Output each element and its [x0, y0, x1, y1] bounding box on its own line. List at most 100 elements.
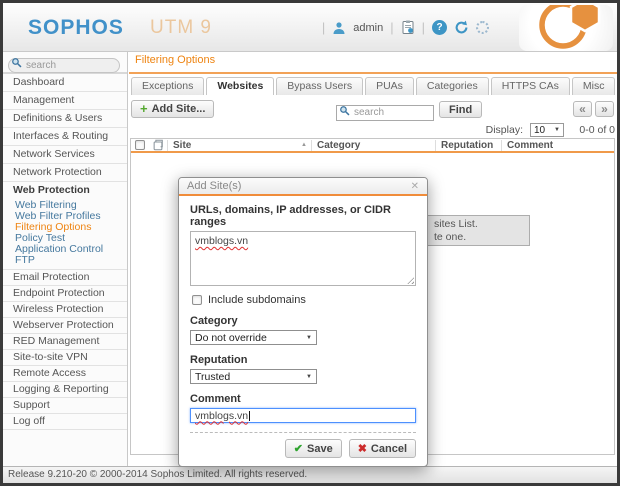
display-count-value: 10 — [534, 125, 545, 136]
category-label: Category — [190, 315, 416, 327]
search-icon — [11, 57, 22, 68]
divider: | — [422, 20, 425, 35]
find-button[interactable]: Find — [439, 101, 482, 118]
tab-https-cas[interactable]: HTTPS CAs — [491, 77, 570, 95]
dropdown-arrow-icon: ▼ — [306, 374, 312, 380]
next-page-button[interactable]: » — [595, 101, 614, 117]
urls-textarea[interactable]: vmblogs.vn — [190, 231, 416, 286]
category-value: Do not override — [195, 332, 267, 344]
reputation-value: Trusted — [195, 371, 230, 383]
check-icon: ✔ — [294, 442, 303, 455]
select-all-checkbox[interactable] — [135, 140, 145, 150]
column-header-comment[interactable]: Comment — [501, 140, 614, 151]
release-info: Release 9.210-20 © 2000-2014 Sophos Limi… — [8, 469, 307, 480]
dialog-title: Add Site(s) — [187, 180, 241, 192]
column-header-reputation[interactable]: Reputation — [435, 140, 501, 151]
log-viewer-icon[interactable] — [401, 20, 415, 35]
column-header-site[interactable]: Site ▲ — [167, 140, 311, 151]
reputation-select[interactable]: Trusted ▼ — [190, 369, 317, 384]
sidebar-item-email-protection[interactable]: Email Protection — [3, 270, 127, 286]
tab-categories[interactable]: Categories — [416, 77, 489, 95]
sidebar-item-webserver-protection[interactable]: Webserver Protection — [3, 318, 127, 334]
divider: | — [322, 20, 325, 35]
web-protection-submenu: Web Filtering Web Filter Profiles Filter… — [3, 200, 127, 270]
divider: | — [390, 20, 393, 35]
empty-state-line2: te one. — [434, 231, 529, 244]
close-icon[interactable]: ✕ — [411, 181, 419, 192]
comment-input[interactable]: vmblogs.vn — [190, 408, 416, 423]
sidebar-section-web-protection[interactable]: Web Protection — [3, 182, 127, 200]
sidebar-item-endpoint-protection[interactable]: Endpoint Protection — [3, 286, 127, 302]
include-subdomains-label: Include subdomains — [208, 294, 306, 306]
save-button[interactable]: ✔ Save — [285, 439, 342, 458]
plus-icon: + — [140, 104, 148, 114]
sidebar-item-network-protection[interactable]: Network Protection — [3, 164, 127, 182]
display-count-select[interactable]: 10 ▼ — [530, 123, 564, 137]
save-label: Save — [307, 443, 333, 455]
sort-asc-icon: ▲ — [301, 140, 307, 151]
resize-handle[interactable] — [407, 277, 414, 284]
column-header-category[interactable]: Category — [311, 140, 435, 151]
clipboard-icon[interactable] — [148, 139, 167, 151]
dialog-titlebar: Add Site(s) ✕ — [179, 178, 427, 194]
status-bar: Release 9.210-20 © 2000-2014 Sophos Limi… — [3, 466, 617, 483]
sidebar-item-dashboard[interactable]: Dashboard — [3, 74, 127, 92]
sidebar-item-site-to-site-vpn[interactable]: Site-to-site VPN — [3, 350, 127, 366]
tab-exceptions[interactable]: Exceptions — [131, 77, 204, 95]
comment-label: Comment — [190, 393, 416, 405]
sidebar-item-red-management[interactable]: RED Management — [3, 334, 127, 350]
sidebar-search-row — [3, 52, 127, 74]
empty-state-line1: sites List. — [434, 218, 529, 231]
cancel-button[interactable]: ✖ Cancel — [349, 439, 416, 458]
sidebar-item-definitions-users[interactable]: Definitions & Users — [3, 110, 127, 128]
sophos-logo-text: SOPHOS — [28, 16, 124, 40]
cancel-label: Cancel — [371, 443, 407, 455]
table-header-row: Site ▲ Category Reputation Comment — [131, 139, 614, 153]
include-subdomains-checkbox[interactable] — [192, 295, 202, 305]
sidebar-item-support[interactable]: Support — [3, 398, 127, 414]
display-label: Display: — [486, 124, 523, 136]
header-actions: | admin | | ? — [322, 3, 489, 52]
pager: Display: 10 ▼ 0-0 of 0 — [486, 123, 615, 137]
tab-misc[interactable]: Misc — [572, 77, 616, 95]
search-icon — [339, 105, 350, 116]
app-window: SOPHOS UTM 9 | admin | | ? — [0, 0, 620, 486]
urls-value: vmblogs.vn — [195, 235, 248, 247]
tab-websites[interactable]: Websites — [206, 77, 274, 95]
username: admin — [353, 22, 383, 34]
table-search-input[interactable] — [336, 105, 434, 121]
page-title: Filtering Options — [135, 54, 215, 66]
text-caret — [249, 411, 250, 421]
refresh-icon[interactable] — [454, 20, 469, 35]
sidebar-item-wireless-protection[interactable]: Wireless Protection — [3, 302, 127, 318]
add-site-dialog: Add Site(s) ✕ URLs, domains, IP addresse… — [178, 177, 428, 467]
tab-puas[interactable]: PUAs — [365, 77, 414, 95]
sidebar-search-input[interactable] — [8, 58, 120, 73]
sidebar: Dashboard Management Definitions & Users… — [3, 52, 128, 466]
comment-value: vmblogs.vn — [195, 410, 248, 422]
x-icon: ✖ — [358, 442, 367, 455]
header: SOPHOS UTM 9 | admin | | ? — [3, 3, 617, 52]
sidebar-item-ftp[interactable]: FTP — [3, 255, 127, 266]
spinner-icon — [476, 21, 489, 34]
sidebar-item-log-off[interactable]: Log off — [3, 414, 127, 430]
category-select[interactable]: Do not override ▼ — [190, 330, 317, 345]
add-site-button[interactable]: + Add Site... — [131, 100, 214, 118]
reputation-label: Reputation — [190, 354, 416, 366]
help-icon[interactable]: ? — [432, 20, 447, 35]
user-icon — [332, 21, 346, 35]
add-site-label: Add Site... — [152, 103, 206, 115]
accent-rule — [129, 72, 617, 74]
prev-page-button[interactable]: « — [573, 101, 592, 117]
sidebar-item-interfaces-routing[interactable]: Interfaces & Routing — [3, 128, 127, 146]
sidebar-item-remote-access[interactable]: Remote Access — [3, 366, 127, 382]
product-name: UTM 9 — [150, 17, 212, 39]
sidebar-item-management[interactable]: Management — [3, 92, 127, 110]
sophos-shield-logo — [519, 5, 613, 51]
sidebar-item-logging-reporting[interactable]: Logging & Reporting — [3, 382, 127, 398]
result-range: 0-0 of 0 — [571, 124, 615, 136]
toolbar: + Add Site... Find « » — [129, 98, 617, 122]
tab-bar: Exceptions Websites Bypass Users PUAs Ca… — [131, 77, 615, 95]
sidebar-item-network-services[interactable]: Network Services — [3, 146, 127, 164]
tab-bypass-users[interactable]: Bypass Users — [276, 77, 363, 95]
